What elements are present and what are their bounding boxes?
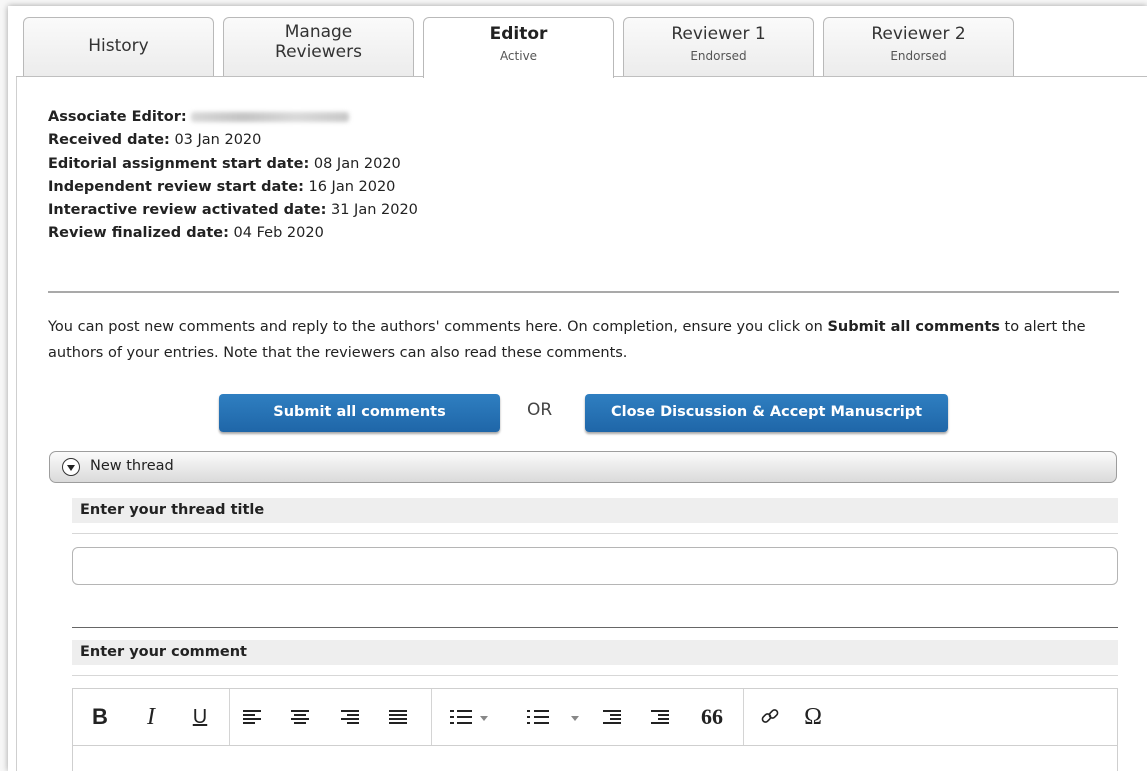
interactive-review-label: Interactive review activated date: bbox=[48, 202, 327, 219]
instructions-bold: Submit all comments bbox=[827, 319, 1000, 335]
tab-reviewer-1-label: Reviewer 1 bbox=[671, 24, 766, 44]
tab-manage-label-1: Manage bbox=[284, 22, 353, 42]
toolbar-separator bbox=[431, 689, 432, 745]
interactive-review-value: 31 Jan 2020 bbox=[330, 202, 418, 219]
submit-all-comments-button[interactable]: Submit all comments bbox=[219, 394, 500, 432]
instructions-part-1: You can post new comments and reply to t… bbox=[48, 319, 828, 335]
blockquote-button[interactable]: 66 bbox=[697, 705, 727, 729]
assignment-date-label: Editorial assignment start date: bbox=[48, 155, 310, 172]
independent-review-row: Independent review start date: 16 Jan 20… bbox=[48, 176, 418, 199]
align-right-icon[interactable] bbox=[341, 710, 359, 724]
outdent-icon[interactable] bbox=[603, 710, 621, 724]
align-justify-icon[interactable] bbox=[389, 710, 407, 724]
link-icon bbox=[761, 709, 779, 723]
chevron-down-icon[interactable] bbox=[480, 716, 488, 721]
link-button[interactable] bbox=[757, 705, 783, 729]
redacted-editor-name bbox=[191, 112, 350, 122]
chevron-down-icon[interactable] bbox=[571, 716, 579, 721]
special-character-button[interactable]: Ω bbox=[800, 705, 826, 729]
tab-reviewer-2-label: Reviewer 2 bbox=[871, 24, 966, 44]
review-finalized-label: Review finalized date: bbox=[48, 225, 229, 242]
align-left-icon[interactable] bbox=[243, 710, 261, 724]
underline-button[interactable]: U bbox=[190, 705, 210, 729]
thread-title-input[interactable] bbox=[72, 547, 1118, 585]
italic-button[interactable]: I bbox=[141, 705, 161, 729]
received-date-label: Received date: bbox=[48, 132, 170, 149]
assignment-date-value: 08 Jan 2020 bbox=[313, 155, 401, 172]
independent-review-label: Independent review start date: bbox=[48, 178, 304, 195]
associate-editor-label: Associate Editor: bbox=[48, 109, 187, 125]
comment-heading-rule bbox=[72, 675, 1118, 676]
tab-reviewer-2-status: Endorsed bbox=[890, 49, 947, 63]
tab-manage-label-2: Reviewers bbox=[275, 42, 362, 62]
bold-button[interactable]: B bbox=[90, 705, 110, 729]
manuscript-dates: Associate Editor: Received date: 03 Jan … bbox=[48, 106, 418, 246]
thread-title-rule bbox=[72, 533, 1118, 534]
tab-editor-label: Editor bbox=[489, 24, 548, 44]
tab-reviewer-1[interactable]: Reviewer 1 Endorsed bbox=[623, 17, 814, 76]
comment-editor: B I U 66 Ω bbox=[72, 688, 1118, 771]
thread-title-heading: Enter your thread title bbox=[72, 498, 1118, 523]
or-separator: OR bbox=[527, 400, 553, 420]
tab-manage-reviewers[interactable]: Manage Reviewers bbox=[223, 17, 414, 76]
chevron-down-icon bbox=[62, 458, 80, 476]
editor-toolbar: B I U 66 Ω bbox=[73, 689, 1117, 746]
new-thread-label: New thread bbox=[90, 458, 174, 474]
tab-history-label: History bbox=[88, 36, 149, 56]
tab-editor[interactable]: Editor Active bbox=[423, 17, 614, 78]
tab-bar: History Manage Reviewers Editor Active R… bbox=[16, 17, 1147, 78]
indent-icon[interactable] bbox=[651, 710, 669, 724]
assignment-date-row: Editorial assignment start date: 08 Jan … bbox=[48, 153, 418, 176]
numbered-list-icon[interactable] bbox=[527, 710, 549, 724]
review-finalized-value: 04 Feb 2020 bbox=[233, 225, 324, 242]
comment-divider bbox=[72, 627, 1118, 628]
received-date-row: Received date: 03 Jan 2020 bbox=[48, 129, 418, 152]
toolbar-separator bbox=[743, 689, 744, 745]
align-center-icon[interactable] bbox=[291, 710, 309, 724]
close-discussion-button[interactable]: Close Discussion & Accept Manuscript bbox=[585, 394, 948, 432]
associate-editor-row: Associate Editor: bbox=[48, 106, 418, 129]
tab-editor-status: Active bbox=[499, 49, 538, 63]
section-divider bbox=[48, 291, 1119, 293]
tab-reviewer-2[interactable]: Reviewer 2 Endorsed bbox=[823, 17, 1014, 76]
new-thread-toggle[interactable]: New thread bbox=[49, 451, 1117, 483]
bullet-list-icon[interactable] bbox=[450, 710, 472, 724]
instructions-text: You can post new comments and reply to t… bbox=[48, 314, 1118, 366]
independent-review-value: 16 Jan 2020 bbox=[308, 178, 396, 195]
comment-heading: Enter your comment bbox=[72, 640, 1118, 665]
received-date-value: 03 Jan 2020 bbox=[174, 132, 262, 149]
tab-history[interactable]: History bbox=[23, 17, 214, 76]
interactive-review-row: Interactive review activated date: 31 Ja… bbox=[48, 199, 418, 222]
left-border bbox=[16, 76, 17, 771]
review-finalized-row: Review finalized date: 04 Feb 2020 bbox=[48, 222, 418, 245]
tab-reviewer-1-status: Endorsed bbox=[690, 49, 747, 63]
toolbar-separator bbox=[229, 689, 230, 745]
